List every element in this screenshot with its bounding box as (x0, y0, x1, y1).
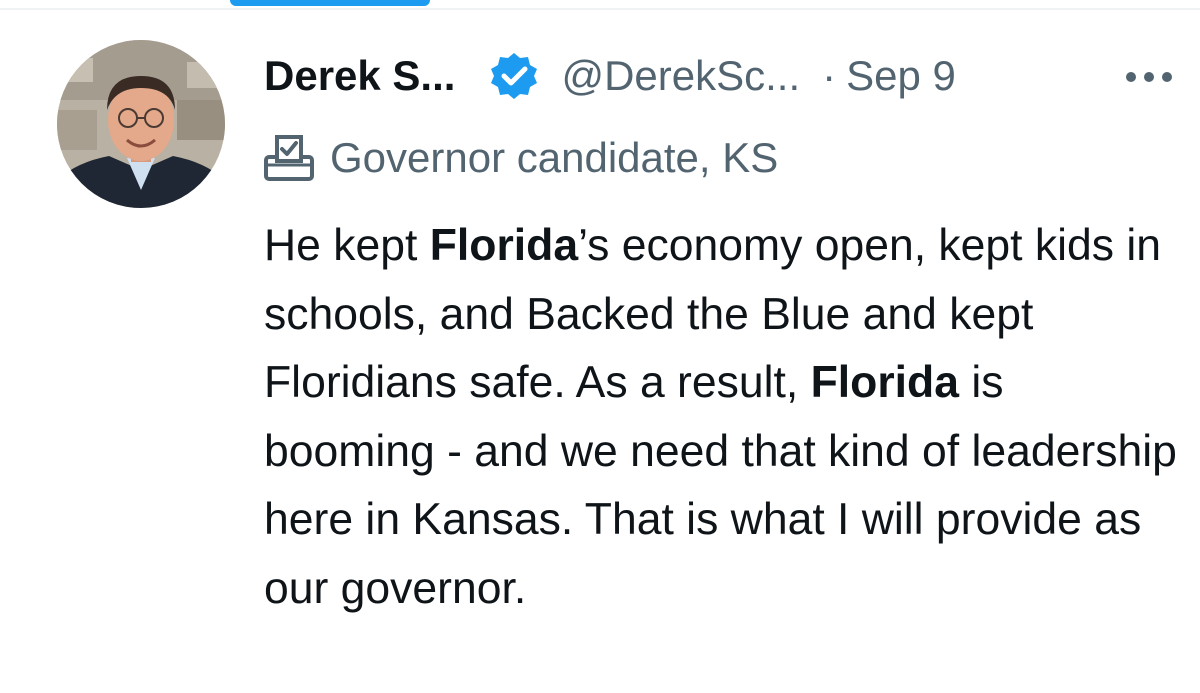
tweet-text-bold-segment: Florida (429, 221, 579, 270)
avatar[interactable] (57, 40, 225, 208)
verified-badge-icon (491, 53, 538, 99)
active-tab-indicator (230, 0, 430, 6)
separator-dot: · (822, 52, 837, 99)
ellipsis-icon[interactable] (1114, 52, 1184, 102)
author-display-name[interactable]: Derek S... (264, 52, 455, 100)
tweet-header: Derek S... @DerekSc... · Sep 9 (264, 46, 1184, 106)
timeline-divider (0, 8, 1200, 10)
author-handle[interactable]: @DerekSc... (561, 52, 800, 100)
tweet-body: He kept Florida’s economy open, kept kid… (264, 212, 1184, 623)
ellipsis-dot (1162, 72, 1172, 82)
affiliation-label-row: Governor candidate, KS (262, 130, 778, 186)
ballot-box-icon (264, 135, 314, 181)
tweet-text-segment: He kept (264, 221, 430, 270)
profile-photo (57, 40, 225, 208)
ellipsis-dot (1126, 72, 1136, 82)
affiliation-label: Governor candidate, KS (330, 134, 779, 181)
tweet-date[interactable]: Sep 9 (846, 52, 956, 100)
ellipsis-dot (1144, 72, 1154, 82)
tweet-text-bold-segment: Florida (810, 358, 959, 407)
